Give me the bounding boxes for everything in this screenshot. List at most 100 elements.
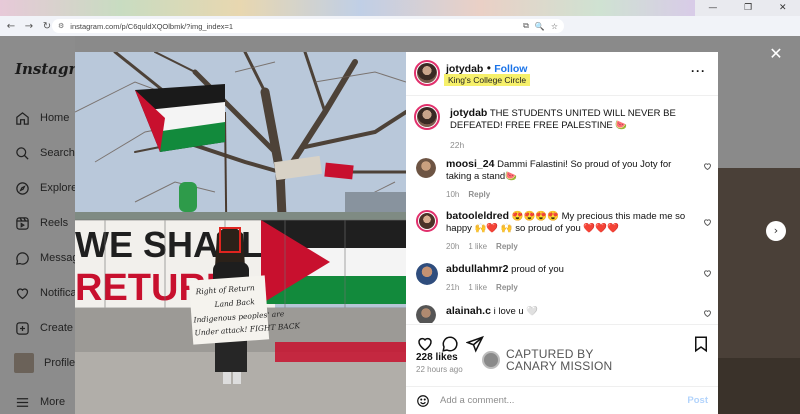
commenter-avatar[interactable] [416, 305, 436, 323]
post-time: 22 hours ago [416, 365, 463, 374]
forward-icon[interactable]: → [22, 21, 36, 32]
sidebar-item-label: Explore [40, 182, 78, 194]
comment-item: alainah.c i love u 🤍 [416, 305, 712, 323]
maximize-button[interactable]: ❐ [744, 3, 752, 13]
window-controls: — ❐ ✕ [695, 0, 800, 16]
address-bar[interactable]: ⚙ instagram.com/p/C6quldXQOlbmk/?img_ind… [52, 19, 564, 33]
author-avatar[interactable] [414, 60, 440, 86]
comment-item: abdullahmr2 proud of you 21h 1 like Repl… [416, 263, 712, 297]
post-caption: jotydab THE STUDENTS UNITED WILL NEVER B… [450, 107, 712, 151]
emoji-icon[interactable] [416, 394, 430, 408]
comment-time: 20h [446, 242, 460, 251]
like-comment-icon[interactable] [703, 269, 712, 278]
post-header: jotydab • Follow King's College Circle ·… [406, 52, 718, 96]
comment-username[interactable]: batooleldred [446, 210, 509, 222]
comment-time: 10h [446, 190, 460, 199]
comment-username[interactable]: abdullahmr2 [446, 263, 508, 275]
comment-likes[interactable]: 1 like [468, 241, 487, 253]
location-link[interactable]: King's College Circle [444, 74, 531, 86]
close-modal-button[interactable]: ✕ [768, 46, 784, 62]
like-icon[interactable] [416, 335, 434, 353]
commenter-avatar-image [419, 213, 435, 229]
sidebar-item-search[interactable]: Search [14, 143, 75, 163]
create-icon [14, 320, 30, 336]
search-icon [14, 145, 30, 161]
canary-mission-watermark: CAPTURED BY CANARY MISSION [482, 348, 612, 372]
bookmark-star-icon[interactable]: ☆ [551, 22, 558, 31]
window-close-button[interactable]: ✕ [779, 3, 787, 13]
reply-button[interactable]: Reply [496, 282, 518, 294]
open-in-app-icon[interactable]: ⧉ [523, 21, 529, 31]
sidebar-item-label: More [40, 396, 66, 408]
comment-username[interactable]: alainah.c [446, 305, 491, 317]
sidebar-item-label: Profile [44, 357, 76, 369]
post-photo[interactable]: WE SHALL RETURN Right of Return Land Bac… [75, 52, 406, 414]
commenter-avatar[interactable] [416, 210, 438, 232]
browser-toolbar: ← → ↻ ⚙ instagram.com/p/C6quldXQOlbmk/?i… [0, 16, 800, 36]
comment-body: moosi_24 Dammi Falastini! So proud of yo… [446, 158, 696, 201]
commenter-avatar-image [416, 263, 438, 285]
comment-meta: 21h 1 like Reply [446, 282, 696, 294]
like-comment-icon[interactable] [703, 218, 712, 227]
sidebar-item-label: Create [40, 322, 74, 334]
comment-username[interactable]: moosi_24 [446, 158, 494, 170]
post-comment-button[interactable]: Post [687, 395, 708, 406]
reply-button[interactable]: Reply [468, 189, 490, 201]
comment-text: proud of you [511, 264, 564, 275]
author-avatar-image [417, 63, 437, 83]
comment-likes[interactable]: 1 like [468, 282, 487, 294]
commenter-avatar[interactable] [416, 263, 438, 285]
back-icon[interactable]: ← [4, 21, 18, 32]
author-line: jotydab • Follow [446, 61, 528, 75]
canary-logo-icon [482, 351, 500, 369]
comment-icon[interactable] [441, 335, 459, 353]
zoom-icon[interactable]: 🔍 [535, 22, 545, 31]
more-options-icon[interactable]: ··· [691, 64, 706, 78]
commenter-avatar-image [416, 158, 436, 178]
browser-tab-strip: + — ❐ ✕ [0, 0, 800, 16]
minimize-button[interactable]: — [708, 3, 717, 13]
sidebar-item-profile[interactable]: Profile [14, 353, 75, 373]
comment-item: moosi_24 Dammi Falastini! So proud of yo… [416, 158, 712, 201]
sidebar-item-reels[interactable]: Reels [14, 213, 68, 233]
sidebar-item-explore[interactable]: Explore [14, 178, 77, 198]
watermark-line-2: CANARY MISSION [506, 359, 613, 373]
reply-button[interactable]: Reply [496, 241, 518, 253]
comment-body: batooleldred 😍😍😍😍 My precious this made … [446, 210, 696, 253]
background-feed-thumbnails [718, 168, 800, 414]
comment-meta: 20h 1 like Reply [446, 241, 696, 253]
comment-time: 21h [446, 283, 460, 292]
address-bar-actions: ⧉ 🔍 ☆ [523, 19, 558, 33]
avatar [14, 353, 34, 373]
add-comment-input[interactable]: Add a comment... [440, 395, 514, 406]
sidebar-item-label: Search [40, 147, 75, 159]
url-text[interactable]: instagram.com/p/C6quldXQOlbmk/?img_index… [70, 22, 233, 31]
sidebar-item-create[interactable]: Create [14, 318, 73, 338]
commenter-avatar[interactable] [416, 158, 436, 178]
comment-body: alainah.c i love u 🤍 [446, 305, 696, 318]
like-comment-icon[interactable] [703, 162, 712, 171]
bookmark-icon[interactable] [692, 335, 710, 353]
caption-avatar-image [417, 107, 437, 127]
comment-meta: 10h Reply [446, 189, 696, 201]
like-comment-icon[interactable] [703, 309, 712, 318]
watermark-text: CAPTURED BY CANARY MISSION [506, 348, 612, 372]
add-comment-bar: Add a comment... Post [406, 386, 718, 414]
site-info-icon[interactable]: ⚙ [58, 22, 64, 30]
sidebar-item-more[interactable]: More [14, 392, 65, 412]
reels-icon [14, 215, 30, 231]
caption-username[interactable]: jotydab [450, 107, 487, 119]
post-detail-panel: jotydab • Follow King's College Circle ·… [406, 52, 718, 414]
comment-text: i love u 🤍 [493, 306, 539, 317]
caption-timestamp: 22h [450, 140, 465, 150]
sidebar-item-label: Reels [40, 217, 69, 229]
next-post-button[interactable]: › [766, 221, 786, 241]
sidebar: Instagram Home Search Explore Reels Mess… [0, 36, 102, 414]
background-thumbnail [718, 358, 800, 414]
caption-avatar[interactable] [414, 104, 440, 130]
menu-icon [14, 394, 30, 410]
likes-count[interactable]: 228 likes [416, 352, 458, 363]
sidebar-item-home[interactable]: Home [14, 108, 69, 128]
sidebar-item-label: Home [40, 112, 70, 124]
commenter-avatar-image [416, 305, 436, 323]
